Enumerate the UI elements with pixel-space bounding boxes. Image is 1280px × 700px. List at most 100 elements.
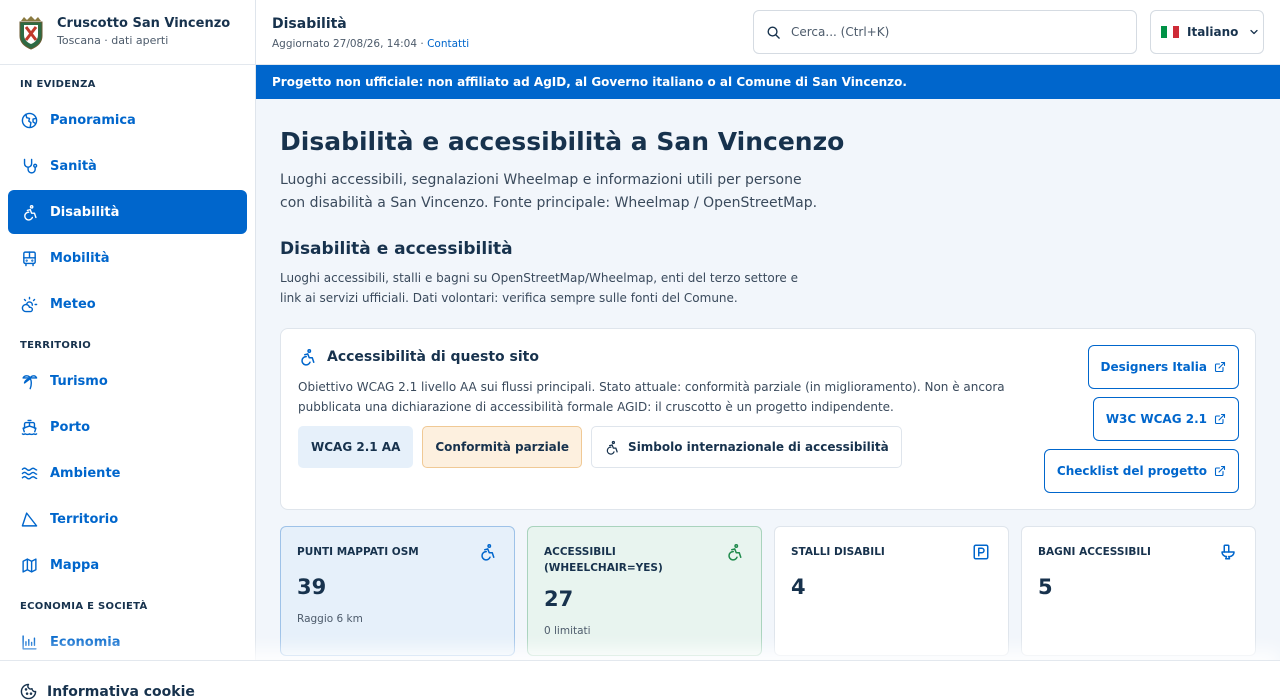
cookie-title-row: Informativa cookie — [20, 683, 195, 700]
designers-italia-link[interactable]: Designers Italia — [1087, 345, 1239, 389]
sidebar-item-sanita[interactable]: Sanità — [8, 144, 247, 188]
top-header: Disabilità Aggiornato 27/08/26, 14:04 · … — [256, 0, 1280, 65]
link-label: Checklist del progetto — [1056, 464, 1207, 478]
page-header-title: Disabilità — [272, 16, 347, 32]
accessibility-chips: WCAG 2.1 AA Conformità parziale Simbolo … — [298, 426, 911, 468]
cookie-icon — [20, 683, 37, 700]
w3c-wcag-link[interactable]: W3C WCAG 2.1 — [1092, 397, 1239, 441]
accessibility-card-heading: Accessibilità di questo sito — [327, 349, 539, 365]
external-link-icon — [1214, 413, 1226, 425]
unofficial-banner: Progetto non ufficiale: non affiliato ad… — [256, 65, 1280, 99]
accessibility-icon — [606, 440, 618, 455]
accessibility-icon — [728, 544, 742, 561]
accessibility-card-title: Accessibilità di questo sito — [298, 348, 539, 366]
link-label: Designers Italia — [1100, 360, 1208, 374]
sidebar-item-label: Panoramica — [50, 112, 136, 128]
sidebar-item-mappa[interactable]: Mappa — [8, 543, 247, 587]
stat-label: BAGNI ACCESSIBILI — [1038, 546, 1151, 558]
brand-subtitle: Toscana · dati aperti — [57, 33, 169, 47]
stat-label: PUNTI MAPPATI OSM — [297, 546, 419, 558]
external-link-icon — [1214, 465, 1226, 477]
sidebar-item-meteo[interactable]: Meteo — [8, 282, 247, 326]
language-label: Italiano — [1187, 25, 1239, 39]
brand[interactable]: Cruscotto San Vincenzo Toscana · dati ap… — [0, 0, 255, 65]
sidebar-item-territorio[interactable]: Territorio — [8, 497, 247, 541]
sidebar-item-label: Territorio — [50, 511, 119, 527]
accessibility-icon — [301, 349, 315, 366]
toilet-icon — [1221, 544, 1235, 560]
chip-label: Simbolo internazionale di accessibilità — [628, 440, 889, 454]
stat-label: STALLI DISABILI — [791, 546, 885, 558]
stat-value: 27 — [544, 587, 574, 611]
cookie-title: Informativa cookie — [47, 683, 195, 700]
sidebar-item-porto[interactable]: Porto — [8, 405, 247, 449]
external-link-icon — [1214, 361, 1226, 373]
sidebar-item-label: Ambiente — [50, 465, 121, 481]
language-select[interactable]: Italiano — [1150, 10, 1264, 54]
cookie-banner[interactable]: Informativa cookie — [0, 660, 1280, 700]
sun-cloud-icon — [21, 296, 38, 312]
page-lead: Luoghi accessibili, segnalazioni Wheelma… — [280, 172, 818, 211]
sidebar: Cruscotto San Vincenzo Toscana · dati ap… — [0, 0, 256, 660]
sidebar-item-label: Mobilità — [50, 250, 110, 266]
search-icon — [767, 26, 780, 39]
sidebar-item-label: Meteo — [50, 296, 96, 312]
mountain-icon — [21, 511, 38, 527]
nav-section-economia: ECONOMIA E SOCIETÀ — [20, 601, 148, 612]
accessibility-icon — [24, 204, 37, 221]
chip-conformance: Conformità parziale — [422, 426, 583, 468]
sidebar-item-label: Turismo — [50, 373, 108, 389]
stat-card-disabled-parking: STALLI DISABILI 4 — [774, 526, 1009, 656]
chip-accessibility-symbol: Simbolo internazionale di accessibilità — [591, 426, 902, 468]
stats-row: PUNTI MAPPATI OSM 39 Raggio 6 km ACCESSI… — [280, 526, 1256, 656]
link-label: W3C WCAG 2.1 — [1105, 412, 1207, 426]
search-input[interactable] — [791, 25, 1111, 39]
brand-name: Cruscotto San Vincenzo — [57, 15, 231, 31]
italy-flag-icon — [1161, 26, 1179, 38]
stat-label: ACCESSIBILI (WHEELCHAIR=YES) — [544, 546, 663, 574]
accessibility-icon — [481, 544, 495, 561]
contacts-link[interactable]: Contatti — [427, 38, 469, 50]
sidebar-item-label: Sanità — [50, 158, 97, 174]
project-checklist-link[interactable]: Checklist del progetto — [1043, 449, 1239, 493]
waves-icon — [21, 466, 38, 480]
update-info: Aggiornato 27/08/26, 14:04 · Contatti — [272, 38, 469, 50]
sidebar-item-label: Mappa — [50, 557, 100, 573]
stethoscope-icon — [23, 158, 38, 174]
stat-note: Raggio 6 km — [297, 613, 363, 625]
map-icon — [22, 557, 37, 573]
bus-icon — [23, 250, 36, 266]
stat-value: 39 — [297, 575, 327, 599]
chart-icon — [22, 634, 37, 650]
parking-icon — [973, 544, 989, 560]
sidebar-item-disabilita[interactable]: Disabilità — [8, 190, 247, 234]
sidebar-item-panoramica[interactable]: Panoramica — [8, 98, 247, 142]
ship-icon — [21, 419, 38, 435]
palm-icon — [22, 374, 38, 389]
stat-value: 5 — [1038, 575, 1053, 599]
section-title: Disabilità e accessibilità — [280, 239, 513, 259]
stat-value: 4 — [791, 575, 806, 599]
stat-card-osm-points: PUNTI MAPPATI OSM 39 Raggio 6 km — [280, 526, 515, 656]
search-box[interactable] — [753, 10, 1137, 54]
sidebar-item-label: Economia — [50, 634, 121, 650]
stat-note: 0 limitati — [544, 625, 591, 637]
main-content: Disabilità e accessibilità a San Vincenz… — [256, 99, 1280, 660]
page-title: Disabilità e accessibilità a San Vincenz… — [280, 127, 845, 156]
coat-of-arms-icon — [19, 16, 43, 50]
sidebar-item-mobilita[interactable]: Mobilità — [8, 236, 247, 280]
sidebar-item-label: Porto — [50, 419, 91, 435]
nav-section-territorio: TERRITORIO — [20, 340, 92, 351]
accessibility-statement-card: Accessibilità di questo sito Obiettivo W… — [280, 328, 1256, 510]
stat-card-accessible-toilets: BAGNI ACCESSIBILI 5 — [1021, 526, 1256, 656]
sidebar-item-economia[interactable]: Economia — [8, 620, 247, 660]
updated-timestamp: Aggiornato 27/08/26, 14:04 · — [272, 38, 428, 50]
accessibility-card-body: Obiettivo WCAG 2.1 livello AA sui flussi… — [298, 380, 1005, 414]
external-links: Designers Italia W3C WCAG 2.1 Checklist … — [1043, 345, 1239, 501]
nav-section-in-evidenza: IN EVIDENZA — [20, 79, 96, 90]
section-description: Luoghi accessibili, stalli e bagni su Op… — [280, 271, 798, 305]
globe-icon — [21, 112, 38, 128]
sidebar-item-ambiente[interactable]: Ambiente — [8, 451, 247, 495]
chip-wcag: WCAG 2.1 AA — [298, 426, 414, 468]
sidebar-item-turismo[interactable]: Turismo — [8, 359, 247, 403]
